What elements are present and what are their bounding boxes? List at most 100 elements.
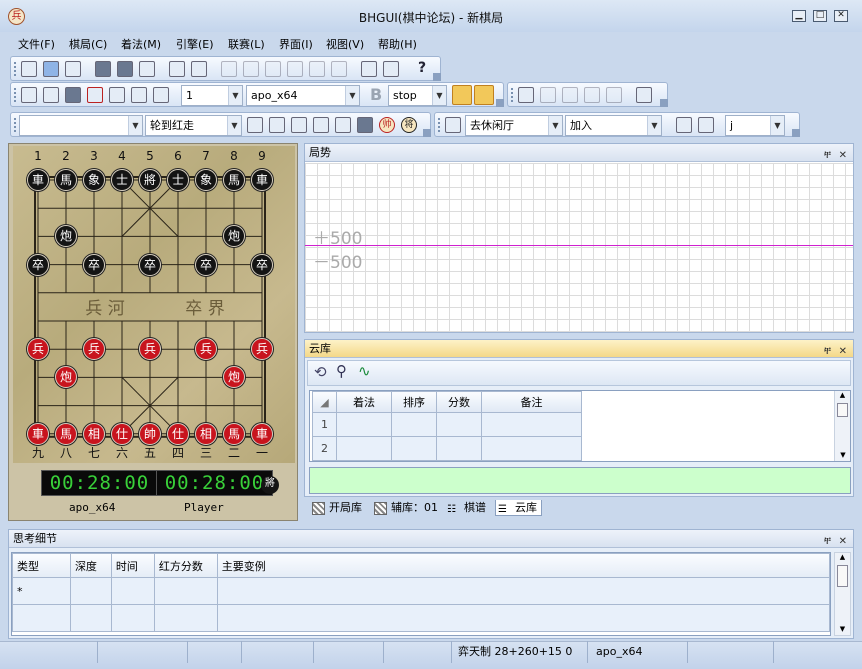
red-piece[interactable]: 相 <box>195 422 217 445</box>
bold-icon[interactable]: B <box>370 85 382 104</box>
red-piece[interactable]: 兵 <box>27 338 49 361</box>
board-view-icon[interactable] <box>361 61 377 77</box>
disc-icon[interactable] <box>606 87 622 103</box>
black-piece[interactable]: 馬 <box>223 169 245 191</box>
black-piece[interactable]: 卒 <box>83 253 105 276</box>
cloud-scrollbar[interactable]: ▲ ▼ <box>834 391 850 461</box>
prev-move-icon[interactable] <box>243 61 259 77</box>
depth-combo[interactable]: 1 ▼ <box>181 85 243 106</box>
open-folder-icon[interactable] <box>43 61 59 77</box>
red-piece[interactable]: 兵 <box>139 338 161 361</box>
save-icon[interactable] <box>65 61 81 77</box>
search-icon[interactable] <box>131 87 147 103</box>
tab-cloud[interactable]: ☰ 云库 <box>495 500 542 516</box>
room-combo[interactable]: 去休闲厅 ▼ <box>465 115 563 136</box>
clock-icon[interactable] <box>335 117 351 133</box>
menu-interface[interactable]: 界面(I) <box>279 36 313 52</box>
j-combo[interactable]: j ▼ <box>725 115 785 136</box>
red-piece[interactable]: 炮 <box>55 366 77 389</box>
tea-icon[interactable] <box>291 117 307 133</box>
pin-panel-icon[interactable]: ቸ <box>824 533 831 551</box>
black-piece[interactable]: 象 <box>195 169 217 191</box>
stop-combo[interactable]: stop ▼ <box>388 85 447 106</box>
maximize-button[interactable]: □ <box>813 10 827 22</box>
red-piece[interactable]: 兵 <box>195 338 217 361</box>
refresh-icon[interactable] <box>139 61 155 77</box>
black-piece[interactable]: 馬 <box>55 169 77 191</box>
first-move-icon[interactable] <box>221 61 237 77</box>
last-move-icon[interactable] <box>287 61 303 77</box>
minimize-button[interactable]: ▁ <box>792 10 806 22</box>
general-icon[interactable]: 将 <box>401 117 417 133</box>
menu-file[interactable]: 文件(F) <box>18 36 55 52</box>
black-piece[interactable]: 象 <box>83 169 105 191</box>
person-icon[interactable] <box>313 117 329 133</box>
add-window-icon[interactable] <box>562 87 578 103</box>
cloud-chart-icon[interactable]: ∿ <box>358 362 371 380</box>
delete-move-icon[interactable] <box>331 61 347 77</box>
black-piece[interactable]: 士 <box>167 169 189 191</box>
black-piece[interactable]: 炮 <box>55 225 77 248</box>
help-icon[interactable]: ? <box>418 60 426 76</box>
pin-panel-icon[interactable]: ቸ <box>824 343 831 361</box>
close-button[interactable]: ✕ <box>834 10 848 22</box>
marshal-icon[interactable]: 帅 <box>379 117 395 133</box>
cloud-refresh-icon[interactable]: ⟲ <box>314 363 327 381</box>
network-icon[interactable] <box>247 117 263 133</box>
red-piece[interactable]: 兵 <box>83 338 105 361</box>
join-combo[interactable]: 加入 ▼ <box>565 115 662 136</box>
red-piece[interactable]: 仕 <box>111 422 133 445</box>
layout-table-icon[interactable] <box>676 117 692 133</box>
copy-icon[interactable] <box>169 61 185 77</box>
engine-black-toggle-icon[interactable] <box>474 85 494 105</box>
menu-help[interactable]: 帮助(H) <box>378 36 417 52</box>
next-move-icon[interactable] <box>265 61 281 77</box>
menu-view[interactable]: 视图(V) <box>326 36 364 52</box>
rewind-icon[interactable] <box>584 87 600 103</box>
turn-combo[interactable]: 轮到红走 ▼ <box>145 115 242 136</box>
engine-settings-icon[interactable] <box>43 87 59 103</box>
menu-move[interactable]: 着法(M) <box>121 36 161 52</box>
red-piece[interactable]: 帥 <box>139 422 161 445</box>
black-piece[interactable]: 卒 <box>139 253 161 276</box>
red-piece[interactable]: 兵 <box>251 338 273 361</box>
think-col-type[interactable]: 类型 <box>12 553 71 578</box>
table-icon[interactable] <box>518 87 534 103</box>
tab-aux-book[interactable]: 辅库：01 <box>372 500 438 516</box>
menu-league[interactable]: 联赛(L) <box>228 36 265 52</box>
black-piece[interactable]: 將 <box>139 169 161 191</box>
red-piece[interactable]: 車 <box>27 422 49 445</box>
monitor-icon[interactable] <box>65 87 81 103</box>
think-col-red-score[interactable]: 红方分数 <box>153 553 218 578</box>
cloud-search-icon[interactable]: ⚲ <box>336 362 347 380</box>
think-col-depth[interactable]: 深度 <box>69 553 112 578</box>
red-piece[interactable]: 馬 <box>55 422 77 445</box>
new-game-icon[interactable] <box>21 61 37 77</box>
black-piece[interactable]: 炮 <box>223 225 245 248</box>
think-scrollbar[interactable]: ▲ ▼ <box>834 552 851 636</box>
window-icon[interactable] <box>383 61 399 77</box>
board-grid-icon[interactable] <box>445 117 461 133</box>
grid-icon[interactable] <box>540 87 556 103</box>
red-piece[interactable]: 仕 <box>167 422 189 445</box>
tab-opening-book[interactable]: 开局库 <box>310 500 362 516</box>
player-combo[interactable]: ▼ <box>19 115 143 136</box>
connect-icon[interactable] <box>269 117 285 133</box>
panel-layout-icon[interactable] <box>636 87 652 103</box>
black-piece[interactable]: 卒 <box>27 253 49 276</box>
target-icon[interactable] <box>153 87 169 103</box>
red-piece[interactable]: 炮 <box>223 366 245 389</box>
tab-game-record[interactable]: ☷ 棋谱 <box>445 500 486 516</box>
cloud-input[interactable] <box>309 467 851 494</box>
think-col-main-line[interactable]: 主要变例 <box>216 553 830 578</box>
red-monitor-icon[interactable] <box>87 87 103 103</box>
black-piece[interactable]: 士 <box>111 169 133 191</box>
engine-red-toggle-icon[interactable] <box>452 85 472 105</box>
black-piece[interactable]: 車 <box>251 169 273 191</box>
think-col-time[interactable]: 时间 <box>110 553 155 578</box>
pin-icon[interactable] <box>109 87 125 103</box>
select-icon[interactable] <box>191 61 207 77</box>
menu-engine[interactable]: 引擎(E) <box>176 36 214 52</box>
book-icon[interactable] <box>95 61 111 77</box>
cloud-col-rank[interactable]: 排序 <box>391 391 437 413</box>
